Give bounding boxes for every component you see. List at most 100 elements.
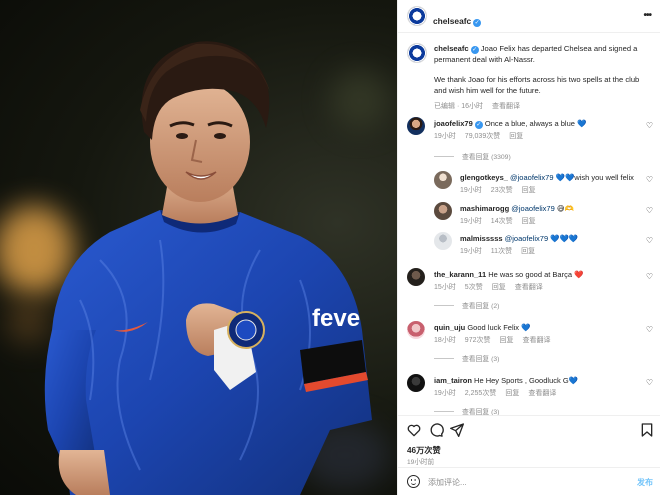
comment-username[interactable]: quin_uju	[434, 323, 465, 332]
header-username[interactable]: chelseafc	[433, 16, 471, 26]
avatar[interactable]	[407, 6, 427, 26]
post-time: 19小时前	[407, 459, 435, 466]
caption-text: We thank Joao for his efforts across his…	[434, 75, 640, 95]
verified-icon: ✓	[470, 46, 479, 54]
reply-button[interactable]: 回复	[492, 284, 506, 291]
comment-username[interactable]: iam_tairon	[434, 376, 472, 385]
post-button[interactable]: 发布	[637, 477, 653, 488]
mention-link[interactable]: @joaofelix79	[510, 173, 553, 182]
reply-button[interactable]: 回复	[509, 133, 523, 140]
comment-time: 18小时	[434, 337, 456, 344]
comment-input[interactable]	[428, 474, 618, 490]
verified-icon: ✓	[474, 121, 483, 129]
comment-likes[interactable]: 972次赞	[465, 337, 491, 344]
comment-body: joaofelix79 ✓ Once a blue, always a blue …	[434, 119, 586, 129]
comment-composer: 发布	[398, 467, 660, 495]
comment-username[interactable]: joaofelix79	[434, 119, 473, 128]
verified-icon: ✓	[473, 19, 482, 27]
like-heart-icon[interactable]: ♡	[646, 206, 653, 215]
caption-meta: 已编辑 · 16小时 查看翻译	[434, 101, 648, 112]
comment-body: malmisssss @joaofelix79 💙💙💙	[460, 234, 578, 243]
comment-meta: 19小时 14次赞 回复	[460, 216, 545, 226]
comment-time: 19小时	[434, 133, 456, 140]
heart-icon[interactable]	[406, 422, 422, 438]
likes-count[interactable]: 46万次赞	[407, 444, 441, 456]
post-photo: feve	[0, 0, 397, 495]
like-heart-icon[interactable]: ♡	[646, 121, 653, 130]
view-replies[interactable]: 查看回复 (3)	[434, 353, 499, 363]
translate-link[interactable]: 查看翻译	[528, 390, 556, 397]
comment-icon[interactable]	[428, 422, 444, 438]
mention-link[interactable]: @joaofelix79	[505, 234, 548, 243]
ellipsis-icon[interactable]: •••	[643, 10, 651, 21]
comment-text: Once a blue, always a blue 💙	[484, 119, 587, 128]
share-icon[interactable]	[449, 422, 465, 438]
reply-button[interactable]: 回复	[505, 390, 519, 397]
like-heart-icon[interactable]: ♡	[646, 325, 653, 334]
comment-text: He Hey Sports , Goodluck G💙	[474, 376, 578, 385]
action-bar: 46万次赞 19小时前	[398, 415, 660, 467]
comment-username[interactable]: malmisssss	[460, 234, 503, 243]
header-user: chelseafc ✓	[433, 11, 482, 29]
comment-meta: 19小时 2,255次赞 回复 查看翻译	[434, 388, 565, 398]
avatar[interactable]	[407, 117, 425, 135]
comment-likes[interactable]: 2,255次赞	[465, 390, 497, 397]
like-heart-icon[interactable]: ♡	[646, 236, 653, 245]
comment-meta: 19小时 11次赞 回复	[460, 246, 544, 256]
comments-scroll[interactable]: chelseafc ✓ Joao Felix has departed Chels…	[398, 33, 660, 415]
comment-body: quin_uju Good luck Felix 💙	[434, 323, 530, 332]
comment-text: 💙💙wish you well felix	[555, 173, 634, 182]
comment-likes[interactable]: 11次赞	[491, 248, 512, 255]
comment-meta: 19小时 79,039次赞 回复	[434, 131, 532, 141]
view-replies[interactable]: 查看回复 (3)	[434, 406, 499, 415]
like-heart-icon[interactable]: ♡	[646, 175, 653, 184]
comment-body: mashimarogg @joaofelix79 😅🫶	[460, 204, 574, 213]
avatar[interactable]	[407, 321, 425, 339]
player-illustration: feve	[44, 41, 372, 495]
view-replies[interactable]: 查看回复 (2)	[434, 300, 499, 310]
bookmark-icon[interactable]	[639, 422, 655, 438]
like-heart-icon[interactable]: ♡	[646, 272, 653, 281]
comment-likes[interactable]: 14次赞	[491, 218, 513, 225]
comment-likes[interactable]: 79,039次赞	[465, 133, 500, 140]
comment-username[interactable]: glengotkeys_	[460, 173, 508, 182]
post-panel: chelseafc ✓ ••• chelseafc ✓ Joao Felix has…	[397, 0, 660, 495]
translate-link[interactable]: 查看翻译	[515, 284, 543, 291]
sponsor-text: feve	[312, 305, 360, 332]
comment-body: iam_tairon He Hey Sports , Goodluck G💙	[434, 376, 578, 385]
comment-body: the_karann_11 He was so good at Barça ❤️	[434, 270, 583, 279]
comment-text: Good luck Felix 💙	[467, 323, 531, 332]
comment-body: glengotkeys_ @joaofelix79 💙💙wish you wel…	[460, 173, 634, 182]
reply-button[interactable]: 回复	[499, 337, 513, 344]
comment-text: 💙💙💙	[550, 234, 579, 243]
comment-username[interactable]: mashimarogg	[460, 204, 509, 213]
avatar[interactable]	[434, 202, 452, 220]
comment-likes[interactable]: 5次赞	[465, 284, 483, 291]
comment-text: 😅🫶	[556, 204, 575, 213]
translate-link[interactable]: 查看翻译	[492, 103, 520, 110]
translate-link[interactable]: 查看翻译	[522, 337, 550, 344]
edited-time: 已编辑 · 16小时	[434, 103, 484, 110]
comment-time: 19小时	[434, 390, 456, 397]
avatar[interactable]	[434, 232, 452, 250]
avatar[interactable]	[407, 43, 427, 63]
comment-meta: 18小时 972次赞 回复 查看翻译	[434, 335, 559, 345]
view-replies[interactable]: 查看回复 (3309)	[434, 151, 511, 161]
comment-meta: 15小时 5次赞 回复 查看翻译	[434, 282, 552, 292]
like-heart-icon[interactable]: ♡	[646, 378, 653, 387]
avatar[interactable]	[407, 268, 425, 286]
reply-button[interactable]: 回复	[522, 187, 536, 194]
emoji-icon[interactable]	[407, 475, 420, 488]
reply-button[interactable]: 回复	[522, 218, 536, 225]
caption-username[interactable]: chelseafc	[434, 44, 469, 53]
avatar[interactable]	[434, 171, 452, 189]
comment-time: 19小时	[460, 218, 482, 225]
reply-button[interactable]: 回复	[521, 248, 535, 255]
post-header: chelseafc ✓ •••	[398, 0, 660, 33]
avatar[interactable]	[407, 374, 425, 392]
mention-link[interactable]: @joaofelix79	[511, 204, 554, 213]
comment-meta: 19小时 23次赞 回复	[460, 185, 545, 195]
comment-time: 15小时	[434, 284, 456, 291]
comment-likes[interactable]: 23次赞	[491, 187, 513, 194]
comment-username[interactable]: the_karann_11	[434, 270, 486, 279]
